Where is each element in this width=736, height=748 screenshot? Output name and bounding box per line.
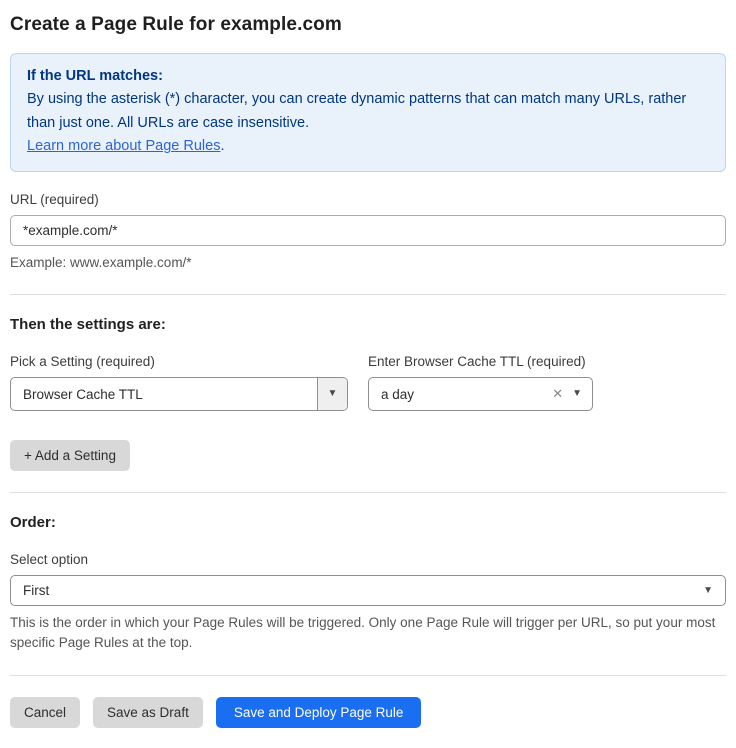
save-and-deploy-button[interactable]: Save and Deploy Page Rule [216,697,422,728]
add-setting-wrap: + Add a Setting [10,440,726,471]
order-select[interactable]: First ▼ [10,575,726,606]
url-input[interactable] [10,215,726,246]
url-field-group: URL (required) Example: www.example.com/… [10,192,726,273]
settings-row: Pick a Setting (required) Browser Cache … [10,354,726,411]
settings-section-heading: Then the settings are: [10,316,726,333]
url-field-label: URL (required) [10,192,726,207]
ttl-combobox[interactable]: a day ✕ ▼ [368,377,593,411]
url-example-text: Example: www.example.com/* [10,253,726,273]
order-select-group: Select option First ▼ This is the order … [10,552,726,654]
divider [10,492,726,493]
link-suffix: . [220,138,224,154]
divider [10,294,726,295]
order-section-heading: Order: [10,514,726,531]
info-box-heading: If the URL matches: [27,65,709,88]
footer-actions: Cancel Save as Draft Save and Deploy Pag… [10,697,726,728]
order-select-label: Select option [10,552,726,567]
cancel-button[interactable]: Cancel [10,697,80,728]
learn-more-link[interactable]: Learn more about Page Rules [27,138,220,154]
save-as-draft-button[interactable]: Save as Draft [93,697,203,728]
pick-setting-label: Pick a Setting (required) [10,354,348,369]
order-selected-value: First [23,583,703,598]
ttl-selected-value: a day [381,387,543,402]
pick-setting-value: Browser Cache TTL [11,378,317,410]
info-box-body-text: By using the asterisk (*) character, you… [27,91,686,130]
url-matches-info-box: If the URL matches: By using the asteris… [10,53,726,172]
info-box-body: By using the asterisk (*) character, you… [27,88,709,158]
pick-setting-dropdown-button[interactable]: ▼ [317,378,347,410]
chevron-down-icon: ▼ [703,586,713,596]
add-setting-button[interactable]: + Add a Setting [10,440,130,471]
chevron-down-icon: ▼ [328,389,338,399]
page-title: Create a Page Rule for example.com [10,14,726,36]
chevron-down-icon: ▼ [572,389,582,399]
pick-setting-group: Pick a Setting (required) Browser Cache … [10,354,348,411]
ttl-setting-group: Enter Browser Cache TTL (required) a day… [368,354,593,411]
clear-icon[interactable]: ✕ [543,386,572,402]
ttl-setting-label: Enter Browser Cache TTL (required) [368,354,593,369]
pick-setting-select[interactable]: Browser Cache TTL ▼ [10,377,348,411]
order-help-text: This is the order in which your Page Rul… [10,613,726,654]
